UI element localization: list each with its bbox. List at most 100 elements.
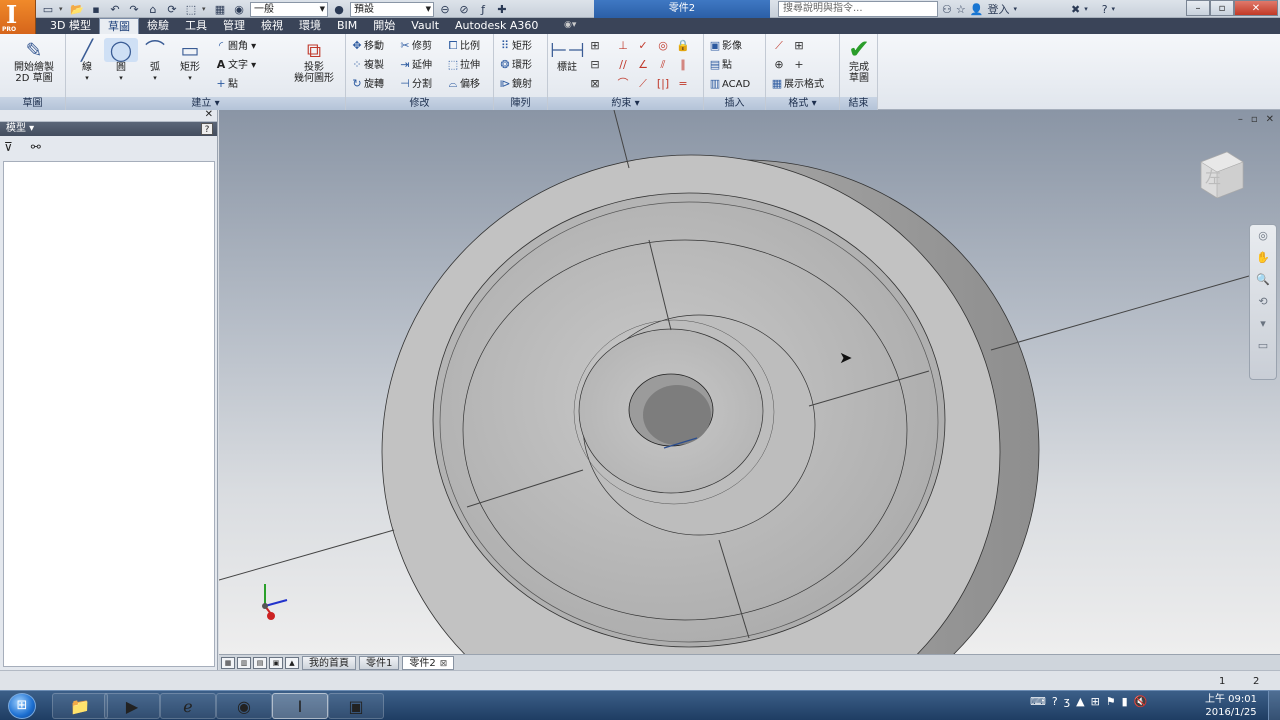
start-2d-sketch-button[interactable]: ✎ 開始繪製 2D 草圖 [6, 38, 62, 84]
appearance-combo[interactable]: 一般 ▼ [250, 1, 328, 17]
chevron-down-icon[interactable]: ▾ [1084, 5, 1088, 13]
filter-icon[interactable]: ⊽ [4, 140, 13, 154]
acad-button[interactable]: ▥ ACAD [708, 76, 750, 92]
panel-constrain-label[interactable]: 約束 ▾ [548, 97, 703, 110]
steering-wheel-icon[interactable]: ◎ [1250, 225, 1276, 247]
tab-options-icon[interactable]: ◉▾ [564, 20, 584, 32]
chevron-up-icon[interactable]: ▲ [285, 656, 299, 669]
home-icon[interactable]: ⌂ [145, 2, 161, 17]
browser-help-button[interactable]: ? [201, 123, 213, 135]
dimension-button[interactable]: ⊢⊣ 標註 [550, 38, 585, 73]
extend-button[interactable]: ⇥ 延伸 [398, 57, 432, 73]
ribbon-tab[interactable]: Vault [403, 18, 447, 34]
point-button[interactable]: + 點 [214, 76, 238, 92]
application-menu-button[interactable]: I PRO [0, 0, 36, 34]
undo-icon[interactable]: ↶ [107, 2, 123, 17]
presentation-app-icon[interactable]: ▣ [328, 693, 384, 719]
ribbon-tab[interactable]: Autodesk A360 [447, 18, 546, 34]
import-points-button[interactable]: ▤ 點 [708, 57, 732, 73]
equal-icon[interactable]: = [674, 76, 692, 92]
trim-button[interactable]: ✂ 修剪 [398, 38, 432, 54]
show-format-button[interactable]: ▦ 展示格式 [770, 76, 824, 92]
chevron-down-icon[interactable]: ▾ [1112, 5, 1116, 13]
select-icon[interactable]: ⬚ [183, 2, 199, 17]
update-icon[interactable]: ⟳ [164, 2, 180, 17]
copy-button[interactable]: ⁘ 複製 [350, 57, 384, 73]
rotate-button[interactable]: ↻ 旋轉 [350, 76, 384, 92]
browser-header[interactable]: 模型 ▾ ? [0, 122, 217, 136]
text-button[interactable]: A 文字 ▾ [214, 57, 256, 73]
driven-dimension-icon[interactable]: ⊞ [790, 38, 808, 54]
finish-sketch-button[interactable]: ✔ 完成 草圖 [842, 37, 876, 84]
fix-icon[interactable]: 🔒 [674, 38, 692, 54]
cascade-layout-icon[interactable]: ▣ [269, 656, 283, 669]
viewcube[interactable]: 左 [1197, 150, 1245, 198]
chevron-down-icon[interactable]: ▾ [1013, 5, 1017, 13]
tile-layout-icon[interactable]: ▦ [221, 656, 235, 669]
document-tab[interactable]: 我的首頁 [302, 655, 356, 670]
redo-icon[interactable]: ↷ [126, 2, 142, 17]
windows-flag-icon[interactable]: ⊞ [1091, 695, 1100, 708]
login-link[interactable]: 登入 [987, 1, 1009, 17]
ribbon-tab[interactable]: 環境 [291, 18, 329, 34]
network-icon[interactable]: ▮ [1122, 695, 1128, 708]
construction-icon[interactable]: ⟋ [770, 38, 788, 54]
insert-image-button[interactable]: ▣ 影像 [708, 38, 742, 54]
move-button[interactable]: ✥ 移動 [350, 38, 384, 54]
color-icon[interactable]: ◉ [231, 2, 247, 17]
ribbon-tab[interactable]: 草圖 [98, 18, 139, 34]
measure-icon[interactable]: ƒ [475, 2, 491, 17]
browser-app-icon[interactable]: ◉ [216, 693, 272, 719]
vertical-layout-icon[interactable]: ▥ [237, 656, 251, 669]
chevron-up-icon[interactable]: ▲ [1076, 695, 1084, 708]
ribbon-tab[interactable]: 檢視 [253, 18, 291, 34]
save-icon[interactable]: ▪ [88, 2, 104, 17]
ribbon-tab[interactable]: 3D 模型 [42, 18, 99, 34]
rectangular-pattern-button[interactable]: ⠿ 矩形 [498, 38, 532, 54]
help-icon[interactable]: ? [1052, 695, 1058, 708]
concentric-icon[interactable]: ◎ [654, 38, 672, 54]
orbit-icon[interactable]: ⟲ [1250, 291, 1276, 313]
action-center-icon[interactable]: ⚑ [1106, 695, 1116, 708]
zoom-icon[interactable]: 🔍 [1250, 269, 1276, 291]
line-button[interactable]: ╱ 線 ▾ [70, 38, 104, 84]
parallel-icon[interactable]: ∕∕ [614, 57, 632, 73]
close-tab-icon[interactable]: ⊠ [440, 659, 448, 669]
start-button[interactable]: ⊞ [2, 691, 46, 720]
chevron-down-icon[interactable]: ▾ [1250, 313, 1276, 335]
arc-button[interactable]: ⌒ 弧 ▾ [138, 38, 172, 84]
rectangle-button[interactable]: ▭ 矩形 ▾ [172, 38, 208, 84]
clear-override-icon[interactable]: ⊘ [456, 2, 472, 17]
close-icon[interactable]: ✕ [205, 109, 213, 120]
panel-format-label[interactable]: 格式 ▾ [766, 97, 839, 110]
maximize-button[interactable]: ▫ [1210, 0, 1234, 16]
circle-button[interactable]: ◯ 圓 ▾ [104, 38, 138, 84]
binoculars-icon[interactable]: ⚇ [942, 3, 952, 16]
keyboard-icon[interactable]: ⌨ [1030, 695, 1046, 708]
properties-icon[interactable]: ▦ [212, 2, 228, 17]
offset-button[interactable]: ⌓ 偏移 [446, 76, 480, 92]
volume-muted-icon[interactable]: 🔇 [1134, 695, 1148, 708]
horizontal-icon[interactable]: ⟋ [634, 76, 652, 92]
ribbon-tab[interactable]: 開始 [365, 18, 403, 34]
symmetric-icon[interactable]: [|] [654, 76, 672, 92]
ribbon-tab[interactable]: BIM [329, 18, 365, 34]
coincident-icon[interactable]: ∠ [634, 57, 652, 73]
auto-dimension-icon[interactable]: ⊞ [586, 38, 604, 54]
close-icon[interactable]: ✕ [1266, 114, 1274, 125]
minimize-icon[interactable]: – [1238, 114, 1243, 125]
circular-pattern-button[interactable]: ❂ 環形 [498, 57, 532, 73]
material-combo[interactable]: 預設 ▼ [350, 1, 434, 17]
tangent-icon[interactable]: ✓ [634, 38, 652, 54]
help-icon[interactable]: ? [1102, 3, 1108, 16]
centerpoint-icon[interactable]: ⊕ [770, 57, 788, 73]
show-constraints-icon[interactable]: ⊟ [586, 57, 604, 73]
open-icon[interactable]: 📂 [69, 2, 85, 17]
minimize-button[interactable]: – [1186, 0, 1210, 16]
document-tab[interactable]: 零件1 [359, 655, 400, 670]
browser-tree[interactable] [3, 161, 215, 667]
help-search-input[interactable]: 搜尋說明與指令... [778, 1, 938, 17]
inventor-taskbar-icon[interactable]: I [272, 693, 328, 719]
exchange-icon[interactable]: ✖ [1071, 3, 1080, 16]
smooth-icon[interactable]: ⌒ [614, 76, 632, 92]
